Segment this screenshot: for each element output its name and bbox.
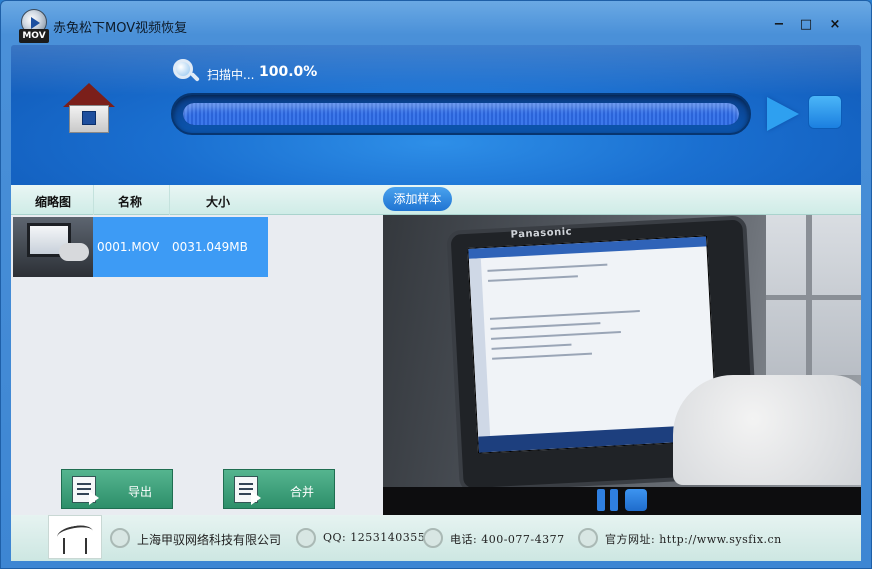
scan-percent: 100.0% (259, 64, 318, 80)
minimize-button[interactable]: − (769, 15, 789, 35)
qq-icon (296, 528, 316, 548)
column-size: 大小 (206, 195, 231, 209)
preview-stop-button[interactable] (625, 489, 647, 511)
preview-controls (383, 487, 861, 515)
start-scan-button[interactable] (767, 97, 799, 131)
globe-icon (578, 528, 598, 548)
scan-header: 扫描中... 100.0% (11, 45, 861, 185)
scan-status-label: 扫描中... (207, 68, 255, 82)
add-sample-button[interactable]: 添加样本 (383, 187, 452, 211)
export-button[interactable]: 导出 (61, 469, 173, 509)
merge-button[interactable]: 合并 (223, 469, 335, 509)
maximize-button[interactable]: □ (796, 15, 816, 35)
file-row[interactable]: 0001.MOV 0031.049MB (13, 217, 268, 277)
company-name: 上海甲驭网络科技有限公司 (137, 533, 282, 547)
preview-brand-text: Panasonic (510, 226, 573, 241)
file-list-header: 缩略图 名称 大小 添加样本 (11, 185, 861, 215)
video-preview[interactable]: Panasonic (383, 215, 861, 487)
file-name: 0001.MOV (97, 240, 160, 254)
app-logo-icon: MOV (19, 9, 49, 43)
app-window: MOV 赤兔松下MOV视频恢复 − □ × 扫描中... 100.0% 缩略图 … (0, 0, 872, 569)
column-thumbnail: 缩略图 (35, 195, 72, 209)
search-icon (171, 57, 200, 85)
preview-glove-image (673, 375, 861, 485)
company-icon (110, 528, 130, 548)
preview-background-window (766, 215, 861, 375)
merge-button-label: 合并 (290, 485, 315, 499)
app-logo-tag: MOV (19, 29, 49, 43)
file-thumbnail (13, 217, 93, 277)
qq-number: QQ: 1253140355 (323, 531, 426, 544)
website-link[interactable]: 官方网址: http://www.sysfix.cn (605, 531, 782, 547)
footer-bar: 上海甲驭网络科技有限公司 QQ: 1253140355 电话: 400-077-… (11, 515, 861, 561)
home-icon (63, 83, 115, 107)
close-button[interactable]: × (825, 15, 845, 35)
stop-scan-button[interactable] (808, 95, 842, 129)
phone-number: 电话: 400-077-4377 (450, 533, 565, 546)
company-logo (48, 515, 102, 559)
phone-icon (423, 528, 443, 548)
pause-button[interactable] (597, 489, 619, 511)
title-bar[interactable]: MOV 赤兔松下MOV视频恢复 − □ × (1, 1, 871, 45)
merge-icon (234, 476, 261, 505)
window-title: 赤兔松下MOV视频恢复 (53, 21, 188, 36)
scan-progress-fill (183, 103, 739, 125)
home-button[interactable] (61, 83, 121, 141)
scan-progress-bar (171, 93, 751, 135)
file-size: 0031.049MB (172, 240, 248, 254)
export-button-label: 导出 (128, 485, 153, 499)
export-icon (72, 476, 99, 505)
column-name: 名称 (118, 195, 143, 209)
